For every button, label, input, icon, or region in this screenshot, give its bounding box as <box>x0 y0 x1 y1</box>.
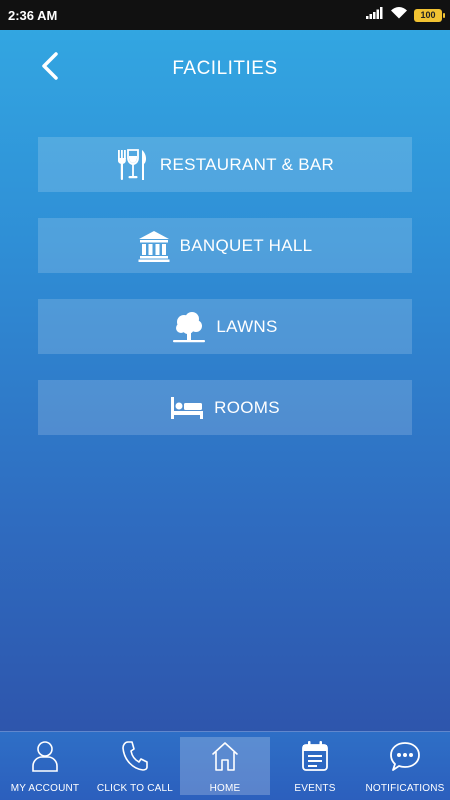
menu-item-label: RESTAURANT & BAR <box>159 154 335 174</box>
menu-item-restaurant-bar[interactable]: RESTAURANT & BAR <box>38 137 412 192</box>
menu-item-lawns[interactable]: LAWNS <box>38 299 412 354</box>
tab-label: CLICK TO CALL <box>96 783 174 794</box>
tab-home[interactable]: HOME <box>180 737 270 795</box>
chat-bubble-icon <box>389 740 421 777</box>
restaurant-icon <box>116 148 150 182</box>
menu-item-banquet-hall[interactable]: BANQUET HALL <box>38 218 412 273</box>
banquet-hall-icon <box>138 230 170 262</box>
tab-label: EVENTS <box>294 783 336 794</box>
page-title: FACILITIES <box>172 58 278 79</box>
menu-item-rooms[interactable]: ROOMS <box>38 380 412 435</box>
calendar-icon <box>301 740 329 777</box>
user-icon <box>31 740 59 777</box>
tab-click-to-call[interactable]: CLICK TO CALL <box>90 732 180 800</box>
menu-item-label: BANQUET HALL <box>179 235 313 255</box>
wifi-icon <box>390 6 408 24</box>
header: FACILITIES <box>0 30 450 106</box>
menu-item-label: LAWNS <box>216 316 278 336</box>
tab-events[interactable]: EVENTS <box>270 732 360 800</box>
tree-icon <box>172 310 206 344</box>
home-icon <box>210 740 240 777</box>
bottom-tab-bar: MY ACCOUNT CLICK TO CALL HOME EVENTS NOT… <box>0 731 450 800</box>
tab-my-account[interactable]: MY ACCOUNT <box>0 732 90 800</box>
phone-icon <box>121 740 149 777</box>
tab-label: MY ACCOUNT <box>10 783 80 794</box>
status-time: 2:36 AM <box>8 7 58 23</box>
status-bar: 2:36 AM 100 <box>0 0 450 30</box>
tab-label: NOTIFICATIONS <box>365 783 445 794</box>
facilities-menu: RESTAURANT & BAR BANQUET HALL LAWNS ROOM… <box>38 137 412 461</box>
status-icons: 100 <box>366 6 445 24</box>
tab-label: HOME <box>209 783 241 794</box>
menu-item-label: ROOMS <box>214 397 280 417</box>
bed-icon <box>170 395 204 421</box>
tab-notifications[interactable]: NOTIFICATIONS <box>360 732 450 800</box>
signal-icon <box>366 6 384 24</box>
battery-icon: 100 <box>414 8 445 22</box>
